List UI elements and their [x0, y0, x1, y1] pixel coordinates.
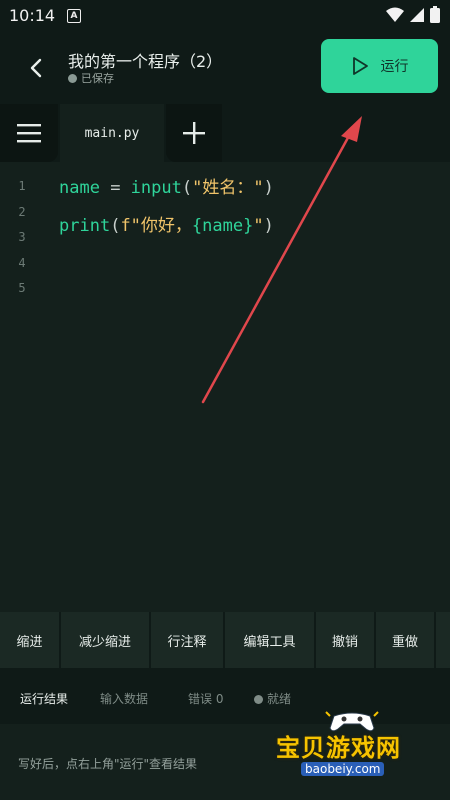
- play-icon: [352, 57, 368, 75]
- status-dot-icon: [254, 695, 263, 704]
- menu-button[interactable]: [0, 104, 58, 162]
- run-status-label: 就绪: [267, 692, 292, 706]
- output-hint: 写好后，点右上角"运行"查看结果: [18, 757, 198, 771]
- run-status: 就绪: [254, 690, 291, 707]
- edit-tools-button[interactable]: 编辑工具: [225, 612, 314, 668]
- code-token: =: [99, 178, 131, 198]
- tab-run-result[interactable]: 运行结果: [20, 690, 68, 707]
- wifi-icon: [386, 7, 404, 22]
- status-time: 10:14: [9, 6, 56, 25]
- saved-dot-icon: [68, 73, 77, 83]
- code-token: print: [59, 216, 111, 236]
- outdent-button[interactable]: 减少缩进: [61, 612, 149, 668]
- back-button[interactable]: [22, 54, 50, 82]
- watermark-logo: 宝贝游戏网 baobeiy.com: [276, 708, 426, 788]
- tab-main-py[interactable]: main.py: [60, 104, 164, 162]
- app-bar: 我的第一个程序（2） 已保存 运行: [0, 32, 450, 104]
- status-bar: 10:14 A: [0, 0, 450, 32]
- run-button-label: 运行: [380, 59, 409, 75]
- edit-toolbar: 缩进 减少缩进 行注释 编辑工具 撤销 重做: [0, 612, 450, 668]
- watermark-url: baobeiy.com: [301, 762, 385, 776]
- undo-button[interactable]: 撤销: [316, 612, 374, 668]
- watermark-title: 宝贝游戏网: [276, 734, 401, 762]
- indent-button[interactable]: 缩进: [0, 612, 59, 668]
- line-gutter: 1 2 3 4 5: [0, 174, 44, 302]
- code-token: input: [130, 178, 182, 198]
- app-notification-icon: A: [67, 9, 81, 23]
- tab-errors[interactable]: 错误 0: [188, 690, 223, 707]
- code-token: ): [263, 216, 274, 236]
- code-token: name: [59, 178, 100, 198]
- line-comment-button[interactable]: 行注释: [151, 612, 223, 668]
- tab-input-data[interactable]: 输入数据: [100, 690, 148, 707]
- chevron-left-icon: [30, 58, 42, 78]
- code-line[interactable]: print(f"你好，{name}"): [59, 212, 274, 250]
- code-content[interactable]: name = input("姓名：") print(f"你好，{name}"): [59, 174, 274, 250]
- line-number: 2: [18, 204, 26, 219]
- page-title: 我的第一个程序（2）: [68, 52, 223, 71]
- signal-icon: [410, 7, 424, 22]
- code-editor[interactable]: 1 2 3 4 5 name = input("姓名：") print(f"你好…: [0, 162, 450, 612]
- code-token: (: [110, 216, 121, 236]
- system-icons: [386, 6, 440, 23]
- code-token: ": [253, 216, 264, 236]
- file-tab-bar: main.py: [0, 104, 450, 162]
- line-number: 1: [18, 179, 26, 193]
- line-number: 3: [18, 230, 26, 244]
- code-token: ): [263, 178, 274, 198]
- code-token: {name}: [191, 216, 254, 236]
- save-status-label: 已保存: [81, 72, 114, 85]
- code-token: (: [181, 178, 193, 198]
- plus-icon: [183, 122, 205, 144]
- save-status: 已保存: [68, 70, 114, 86]
- toolbar-overflow[interactable]: [436, 612, 450, 668]
- battery-icon: [430, 6, 440, 23]
- code-token: "姓名：": [192, 178, 264, 198]
- code-token: f"你好，: [120, 216, 192, 236]
- code-line[interactable]: name = input("姓名："): [59, 174, 274, 212]
- hamburger-icon: [17, 124, 41, 143]
- line-number: 4: [18, 255, 26, 270]
- redo-button[interactable]: 重做: [376, 612, 434, 668]
- add-file-button[interactable]: [166, 104, 222, 162]
- run-button[interactable]: 运行: [321, 39, 438, 93]
- line-number: 5: [18, 281, 26, 295]
